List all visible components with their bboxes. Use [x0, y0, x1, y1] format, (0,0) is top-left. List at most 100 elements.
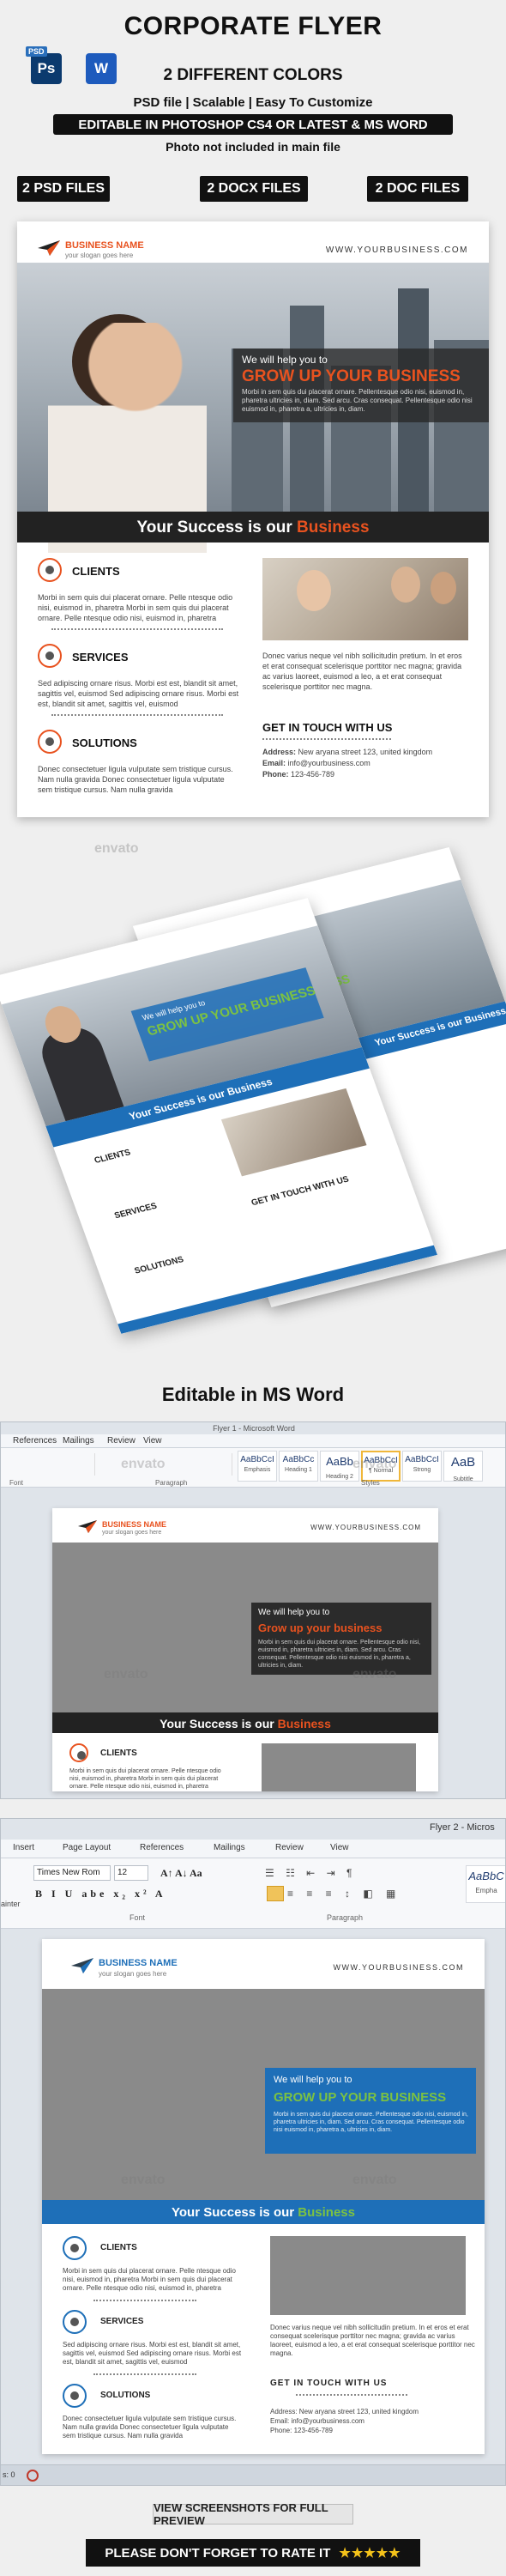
paragraph-group-label: Paragraph [155, 1479, 188, 1487]
proofing-icon[interactable] [27, 2470, 39, 2482]
right-body: Donec varius neque vel nibh sollicitudin… [262, 652, 462, 691]
font-group[interactable] [9, 1453, 95, 1476]
grow-font-button[interactable]: A↑ A↓ Aa [160, 1867, 202, 1880]
paper-plane-logo-icon [71, 1958, 93, 1973]
features-line: PSD file | Scalable | Easy To Customize [133, 95, 373, 110]
contact-heading: GET IN TOUCH WITH US [270, 2379, 388, 2388]
flyer-mockup: GROW UP YOUR BUSINESS Your Success is ou… [0, 841, 506, 1334]
divider [296, 2394, 407, 2396]
front-team-photo [220, 1088, 367, 1177]
brand-name: BUSINESS NAME [102, 1520, 167, 1529]
status-bar: s: 0 [1, 2464, 505, 2485]
success-bar-text: Your Success is our Business [136, 518, 370, 536]
paper-plane-logo-icon [38, 240, 60, 256]
services-heading: SERVICES [100, 2317, 144, 2326]
word-window-1: Flyer 1 - Microsoft Word References Mail… [0, 1421, 506, 1799]
front-solutions: SOLUTIONS [133, 1255, 185, 1276]
tab-view[interactable]: View [143, 1436, 162, 1446]
clients-heading: CLIENTS [100, 1749, 137, 1758]
services-heading: SERVICES [72, 651, 129, 664]
font-group-label: Font [130, 1913, 146, 1922]
front-services: SERVICES [112, 1201, 159, 1221]
services-icon [63, 2310, 87, 2334]
divider [51, 628, 223, 630]
font-size-select[interactable]: 12 [114, 1865, 148, 1881]
contact-address: Address: New aryana street 123, united k… [262, 748, 433, 756]
clients-heading: CLIENTS [100, 2243, 137, 2252]
overlay-small: We will help you to [242, 354, 328, 366]
document-page[interactable]: BUSINESS NAME your slogan goes here WWW.… [42, 1939, 485, 2454]
rate-banner: PLEASE DON'T FORGET TO RATE IT ★★★★★ [86, 2539, 420, 2567]
envato-watermark: envato [352, 1457, 397, 1471]
contact-address: Address: New aryana street 123, united k… [270, 2408, 419, 2415]
divider [93, 2373, 196, 2375]
solutions-body: Donec consectetuer ligula vulputate sem … [38, 765, 233, 794]
tab-mailings[interactable]: Mailings [214, 1843, 245, 1852]
overlay-headline: Grow up your business [258, 1621, 383, 1634]
divider [93, 2300, 196, 2301]
brand-name: BUSINESS NAME [99, 1958, 178, 1968]
services-icon [38, 644, 62, 668]
editable-line: EDITABLE IN PHOTOSHOP CS4 OR LATEST & MS… [78, 118, 428, 132]
font-name-select[interactable]: Times New Rom [33, 1865, 111, 1881]
list-buttons[interactable]: ☰ ☷ ⇤ ⇥ ¶ [265, 1867, 356, 1879]
rate-text: PLEASE DON'T FORGET TO RATE IT [105, 2545, 331, 2561]
doc-files-badge: 2 DOC FILES [367, 176, 468, 202]
envato-watermark: envato [104, 1667, 148, 1682]
align-left-button[interactable] [267, 1886, 284, 1901]
styles-group-label: Styles [361, 1479, 380, 1487]
solutions-heading: SOLUTIONS [72, 736, 137, 749]
contact-phone: Phone: 123-456-789 [262, 770, 335, 779]
website: WWW.YOURBUSINESS.COM [333, 1963, 464, 1972]
envato-watermark: envato [121, 1457, 166, 1471]
ribbon: AaBbCcI Emphasis AaBbCc Heading 1 AaBb Head… [1, 1448, 505, 1488]
style-emphasis[interactable]: AaBbC Empha [466, 1865, 505, 1903]
front-contact: GET IN TOUCH WITH US [250, 1174, 351, 1209]
front-clients: CLIENTS [93, 1148, 132, 1167]
divider [262, 738, 391, 740]
tab-mailings[interactable]: Mailings [63, 1436, 94, 1446]
tab-insert[interactable]: Insert [13, 1843, 34, 1852]
style-emphasis[interactable]: AaBbCcI Emphasis [238, 1451, 277, 1482]
font-group-label: Font [9, 1479, 24, 1487]
photo-placeholder [270, 2236, 466, 2315]
tab-references[interactable]: References [140, 1843, 184, 1852]
colors-line: 2 DIFFERENT COLORS [163, 66, 343, 84]
style-strong[interactable]: AaBbCcI Strong [402, 1451, 442, 1482]
overlay-small: We will help you to [274, 2075, 352, 2085]
word-window-2: Flyer 2 - Micros Insert Page Layout Refe… [0, 1818, 506, 2486]
style-heading-1[interactable]: AaBbCc Heading 1 [279, 1451, 318, 1482]
overlay-small: We will help you to [258, 1608, 330, 1617]
contact-email: Email: info@yourbusiness.com [270, 2417, 364, 2425]
team-photo [262, 558, 468, 640]
format-buttons[interactable]: B I U abe x₂ x² A [35, 1888, 166, 1900]
tab-review[interactable]: Review [107, 1436, 136, 1446]
psd-files-badge: 2 PSD FILES [17, 176, 110, 202]
style-subtitle[interactable]: AaB Subtitle [443, 1451, 483, 1482]
tab-references[interactable]: References [13, 1436, 57, 1446]
photo-placeholder [262, 1743, 416, 1791]
status-words: s: 0 [3, 2470, 15, 2479]
window-title: Flyer 2 - Micros [430, 1822, 495, 1833]
tab-page-layout[interactable]: Page Layout [63, 1843, 111, 1852]
clients-body: Morbi in sem quis dui placerat ornare. P… [63, 2267, 236, 2292]
document-page[interactable]: BUSINESS NAME your slogan goes here WWW.… [52, 1508, 438, 1791]
tab-view[interactable]: View [330, 1843, 349, 1852]
align-buttons[interactable]: ≡ ≡ ≡ ↕ ◧ ▦ [287, 1888, 401, 1900]
brand-name: BUSINESS NAME [65, 240, 144, 251]
solutions-body: Donec consectetuer ligula vulputate sem … [63, 2415, 237, 2440]
clients-icon [63, 2236, 87, 2260]
docx-files-badge: 2 DOCX FILES [200, 176, 308, 202]
success-bar-text: Your Success is our Business [172, 2205, 355, 2220]
contact-phone: Phone: 123-456-789 [270, 2427, 333, 2434]
success-bar-text: Your Success is our Business [160, 1717, 331, 1730]
format-painter-cut[interactable]: ainter [1, 1900, 21, 1908]
envato-watermark: envato [352, 2173, 397, 2187]
clients-body: Morbi in sem quis dui placerat ornare. P… [38, 593, 233, 622]
word-section-title: Editable in MS Word [161, 1384, 345, 1405]
flyer-preview: BUSINESS NAME your slogan goes here WWW.… [17, 221, 489, 817]
ribbon: ainter Times New Rom 12 A↑ A↓ Aa B I U a… [1, 1858, 505, 1929]
overlay-body: Morbi in sem quis dui placerat ornare. P… [242, 388, 473, 413]
psd-tag: PSD [26, 46, 47, 57]
tab-review[interactable]: Review [275, 1843, 304, 1852]
